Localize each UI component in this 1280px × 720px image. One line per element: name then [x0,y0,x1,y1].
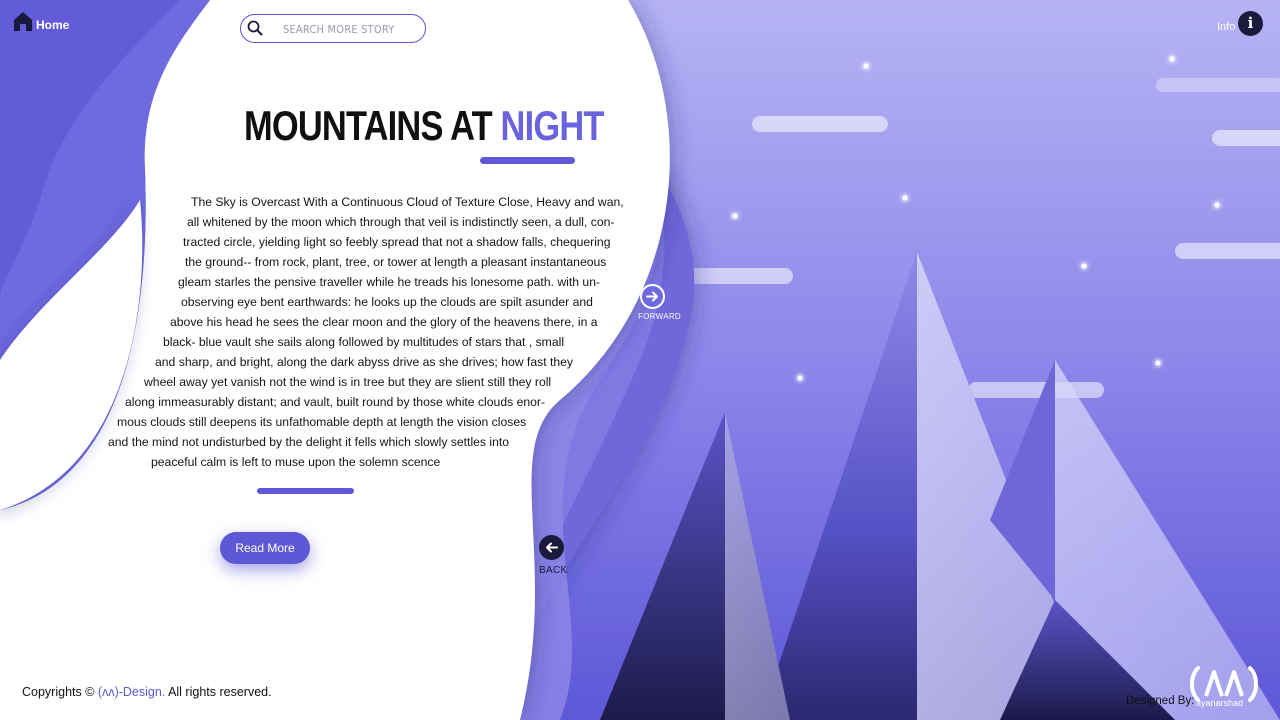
story-line: all whitened by the moon which through t… [187,215,615,229]
search-icon[interactable] [247,20,263,40]
story-line: the ground-- from rock, plant, tree, or … [185,255,607,269]
story-line: along immeasurably distant; and vault, b… [125,395,546,409]
story-line: and sharp, and bright, along the dark ab… [155,355,573,369]
title-main: MOUNTAINS AT [244,102,501,149]
section-divider [257,488,354,494]
story-line: wheel away yet vanish not the wind is in… [144,375,552,389]
arrow-left-icon [546,542,558,553]
copyright-brand[interactable]: (ʌʌ)-Design. [98,685,165,699]
info-icon[interactable]: i [1238,11,1263,36]
story-line: and the mind not undisturbed by the deli… [108,435,510,449]
copyright-notice: Copyrights © (ʌʌ)-Design. All rights res… [22,685,272,699]
story-line: The Sky is Overcast With a Continuous Cl… [191,195,624,209]
home-icon [12,10,34,32]
story-line: observing eye bent earthwards: he looks … [181,295,593,309]
title-accent: NIGHT [500,102,605,149]
story-line: above his head he sees the clear moon an… [170,315,598,329]
story-line: tracted circle, yielding light so feebly… [183,235,611,249]
story-line: peaceful calm is left to muse upon the s… [151,455,441,469]
home-link[interactable]: Home [12,10,69,32]
story-line: gleam starles the pensive traveller whil… [178,275,601,289]
story-line: black- blue vault she sails along follow… [163,335,565,349]
story-line: mous clouds still deepens its unfathomab… [117,415,527,429]
copyright-suffix: All rights reserved. [165,685,272,699]
designed-by-label: Designed By: [1126,695,1195,707]
read-more-button[interactable]: Read More [220,532,310,564]
back-button[interactable] [539,535,564,560]
search-bar [240,14,426,43]
forward-button[interactable] [640,284,665,309]
title-underline [480,157,575,164]
logo-subtext: ayanarshad [1196,698,1244,708]
search-input[interactable] [281,17,421,41]
back-label: BACK [539,565,568,576]
home-label: Home [36,18,70,32]
forward-label: FORWARD [638,312,681,321]
arrow-right-icon [646,291,658,302]
info-label: Info [1217,21,1236,33]
copyright-prefix: Copyrights © [22,685,98,699]
page-title: MOUNTAINS AT NIGHT [244,102,604,150]
